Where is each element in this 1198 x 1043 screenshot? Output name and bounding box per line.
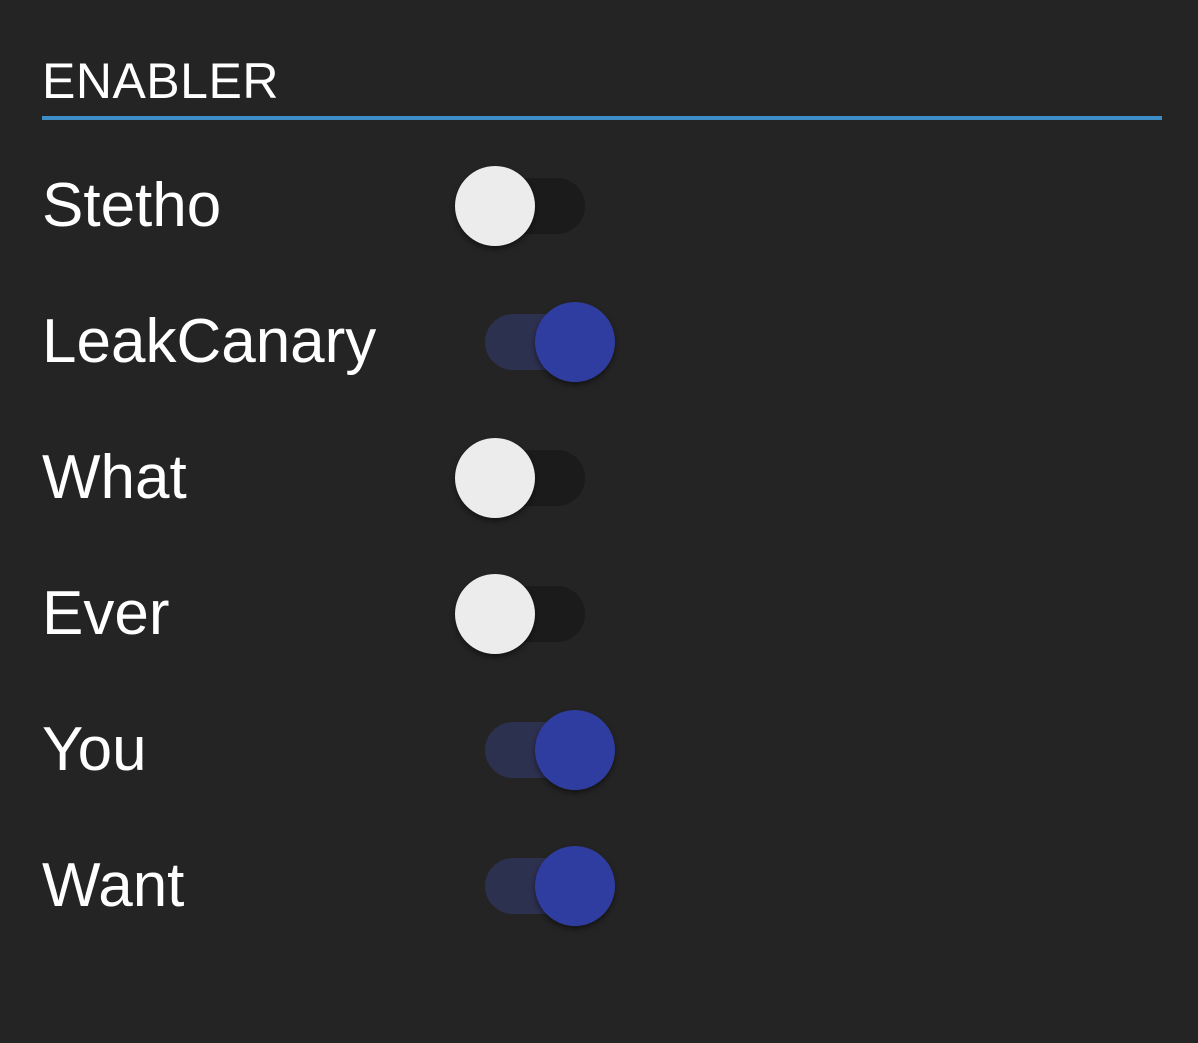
switch-thumb[interactable] xyxy=(535,846,615,926)
toggle-label-you: You xyxy=(42,715,147,784)
toggle-label-want: Want xyxy=(42,851,185,920)
toggle-switch-what[interactable] xyxy=(455,438,615,518)
toggle-row-want[interactable]: Want xyxy=(42,836,742,936)
section-header: ENABLER xyxy=(42,52,1162,120)
switch-thumb[interactable] xyxy=(535,302,615,382)
toggle-label-what: What xyxy=(42,443,187,512)
toggle-row-what[interactable]: What xyxy=(42,428,742,528)
toggle-switch-leakcanary[interactable] xyxy=(455,302,615,382)
toggle-switch-ever[interactable] xyxy=(455,574,615,654)
toggle-row-you[interactable]: You xyxy=(42,700,742,800)
section-title: ENABLER xyxy=(42,53,279,109)
toggle-label-ever: Ever xyxy=(42,579,170,648)
toggle-switch-want[interactable] xyxy=(455,846,615,926)
toggle-label-stetho: Stetho xyxy=(42,171,222,240)
switch-thumb[interactable] xyxy=(455,166,535,246)
toggle-row-stetho[interactable]: Stetho xyxy=(42,156,742,256)
toggle-switch-stetho[interactable] xyxy=(455,166,615,246)
switch-thumb[interactable] xyxy=(455,438,535,518)
section-divider xyxy=(42,116,1162,120)
toggle-row-leakcanary[interactable]: LeakCanary xyxy=(42,292,742,392)
switch-thumb[interactable] xyxy=(535,710,615,790)
toggle-switch-you[interactable] xyxy=(455,710,615,790)
toggle-label-leakcanary: LeakCanary xyxy=(42,307,377,376)
toggle-row-ever[interactable]: Ever xyxy=(42,564,742,664)
switch-thumb[interactable] xyxy=(455,574,535,654)
